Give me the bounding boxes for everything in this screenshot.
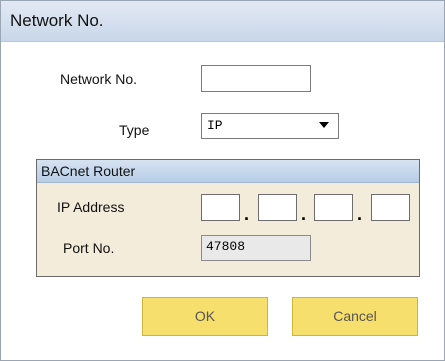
network-no-label: Network No. [60,71,138,87]
bacnet-router-header: BACnet Router [37,160,419,183]
dialog-title: Network No. [10,11,104,30]
ip-address-label: IP Address [57,199,125,215]
ip-dot-separator: . [244,204,250,224]
cancel-button[interactable]: Cancel [292,297,418,336]
chevron-down-icon[interactable] [319,122,329,128]
ip-octet-3-input[interactable] [314,194,353,221]
port-no-label: Port No. [63,240,115,256]
ip-octet-2-input[interactable] [258,194,297,221]
ip-octet-4-input[interactable] [371,194,410,221]
dialog-titlebar: Network No. [1,1,444,42]
bacnet-router-title: BACnet Router [41,163,136,179]
port-no-field: 47808 [201,235,311,261]
ip-dot-separator: . [357,204,363,224]
type-select[interactable]: IP [201,113,339,139]
network-no-dialog: Network No. Network No. Type IP BACnet R… [0,0,445,361]
type-label: Type [119,122,150,138]
type-select-value: IP [207,118,223,133]
ok-button[interactable]: OK [142,297,268,336]
ip-dot-separator: . [301,204,307,224]
ip-octet-1-input[interactable] [201,194,240,221]
network-no-input[interactable] [201,65,311,92]
